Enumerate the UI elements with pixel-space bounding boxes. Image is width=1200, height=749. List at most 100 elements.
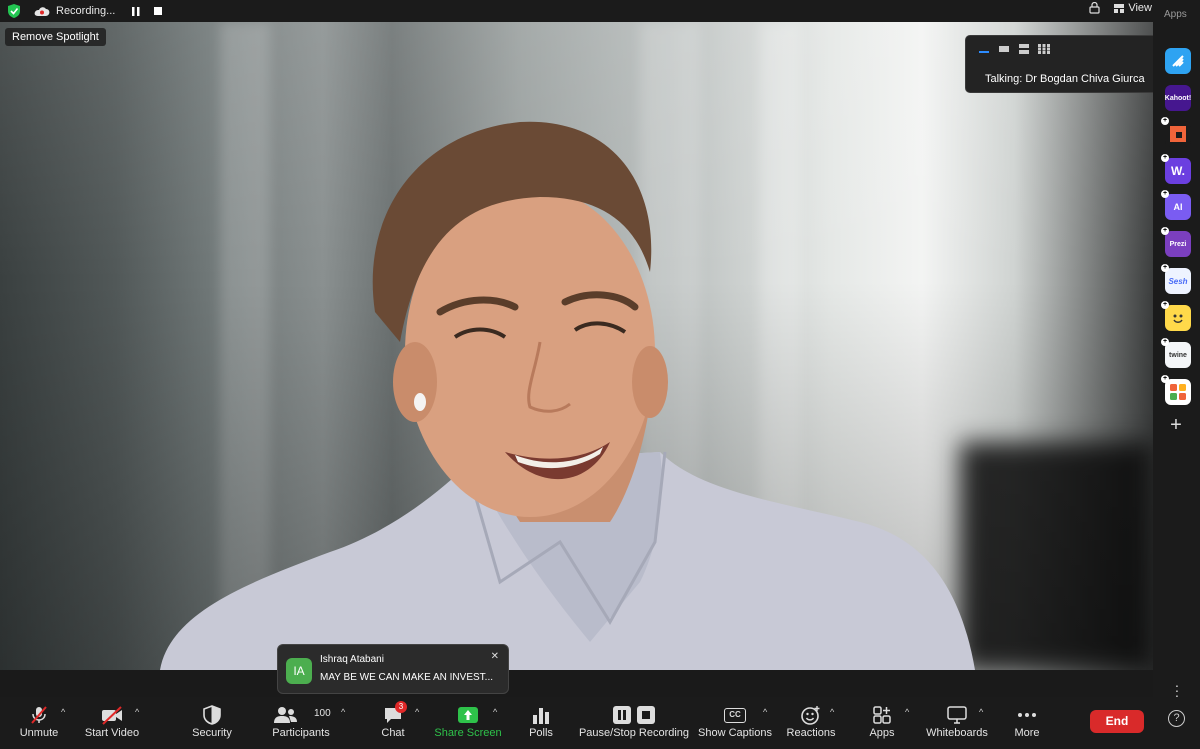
participants-icon [274,705,298,725]
hide-video-icon[interactable] [998,41,1010,52]
unmute-button[interactable]: Unmute [14,697,64,749]
grid-app-icon[interactable]: + [1161,375,1191,405]
add-app-dot-icon: + [1161,227,1169,235]
stop-icon [154,7,163,15]
more-label: More [1014,727,1040,739]
reactions-smiley-icon [801,705,821,725]
active-speaker-view-icon[interactable] [1018,41,1030,54]
participants-count: 100 [314,708,331,719]
minimize-view-icon[interactable] [978,41,990,53]
whiteboard-icon [947,705,967,725]
more-button[interactable]: More [1012,697,1042,749]
twine-label: twine [1169,351,1187,359]
ai-app-label: AI [1173,202,1183,212]
security-label: Security [192,727,232,739]
view-menu[interactable]: View [1114,2,1152,14]
help-icon[interactable]: ? [1168,710,1185,727]
apps-label: Apps [869,727,895,739]
view-grid-icon [1114,3,1125,13]
apps-icon [873,705,891,725]
add-app-button[interactable]: + [1166,415,1186,436]
kahoot-icon[interactable]: Kahoot! [1165,85,1191,111]
apps-sidebar: Kahoot! + + W. + AI + Prezi + Sesh + + t… [1153,22,1200,697]
slido-icon[interactable] [1165,48,1191,74]
recording-controls-icon [613,705,655,725]
top-right-controls: View [1089,2,1152,14]
recording-label: Recording... [56,5,116,17]
audio-options-chevron-icon[interactable]: ^ [61,707,65,717]
share-screen-button[interactable]: Share Screen [434,697,502,749]
video-options-chevron-icon[interactable]: ^ [135,707,139,717]
wooclap-icon[interactable]: + W. [1161,154,1191,184]
sesh-label: Sesh [1168,276,1188,286]
polls-button[interactable]: Polls [527,697,555,749]
muted-mic-icon [29,705,49,725]
add-app-dot-icon: + [1161,264,1169,272]
whiteboards-options-chevron-icon[interactable]: ^ [979,707,983,717]
share-screen-icon [458,705,478,725]
chat-label: Chat [381,727,405,739]
reactions-options-chevron-icon[interactable]: ^ [830,707,834,717]
twine-icon[interactable]: + twine [1161,338,1191,368]
security-button[interactable]: Security [190,697,234,749]
avatar: IA [286,658,312,684]
meeting-toolbar: Unmute ^ Start Video ^ Security Particip… [0,697,1200,749]
add-app-dot-icon: + [1161,338,1169,346]
chat-sender-name: Ishraq Atabani [320,654,384,665]
participants-label: Participants [272,727,330,739]
polls-label: Polls [529,727,553,739]
emoji-app-icon[interactable]: + [1161,301,1191,331]
add-app-dot-icon: + [1161,301,1169,309]
stop-recording-button[interactable] [153,6,163,16]
cc-icon-text: CC [724,707,746,723]
show-captions-button[interactable]: CC Show Captions [698,697,772,749]
polls-chart-icon [532,705,550,725]
lock-window-icon[interactable] [1089,2,1100,14]
wooclap-label: W. [1171,164,1185,178]
unmute-label: Unmute [19,727,59,739]
gallery-view-icon[interactable] [1038,41,1050,54]
show-captions-label: Show Captions [698,727,772,739]
remove-spotlight-button[interactable]: Remove Spotlight [5,28,106,46]
add-app-dot-icon: + [1161,375,1169,383]
chat-unread-badge: 3 [395,701,407,713]
pause-icon [132,6,140,16]
end-meeting-button[interactable]: End [1090,710,1144,733]
apps-button[interactable]: Apps [866,697,898,749]
share-screen-label: Share Screen [434,727,502,739]
prezi-icon[interactable]: + Prezi [1161,227,1191,257]
prezi-label: Prezi [1169,240,1187,248]
participants-button[interactable]: Participants [270,697,332,749]
orange-app-icon[interactable]: + [1161,117,1191,147]
top-bar: Recording... View Apps [0,0,1200,22]
apps-options-chevron-icon[interactable]: ^ [905,707,909,717]
ai-app-icon[interactable]: + AI [1161,190,1191,220]
reactions-button[interactable]: Reactions [786,697,836,749]
cloud-recording-icon [34,7,50,16]
start-video-button[interactable]: Start Video [84,697,140,749]
whiteboards-button[interactable]: Whiteboards [924,697,990,749]
pause-stop-recording-button[interactable]: Pause/Stop Recording [578,697,690,749]
pause-stop-recording-label: Pause/Stop Recording [578,727,690,739]
reactions-label: Reactions [786,727,836,739]
view-switcher [978,41,1050,54]
apps-header-label: Apps [1164,9,1187,20]
pause-recording-button[interactable] [131,6,141,16]
add-app-dot-icon: + [1161,154,1169,162]
whiteboards-label: Whiteboards [926,727,988,739]
talking-panel: Talking: Dr Bogdan Chiva Giurca [965,35,1168,93]
chat-options-chevron-icon[interactable]: ^ [415,707,419,717]
participants-options-chevron-icon[interactable]: ^ [341,707,345,717]
security-shield-icon [203,705,221,725]
chat-notification[interactable]: IA Ishraq Atabani MAY BE WE CAN MAKE AN … [277,644,509,694]
sesh-icon[interactable]: + Sesh [1161,264,1191,294]
close-icon[interactable]: ✕ [491,651,499,662]
more-options-icon[interactable]: ... [1172,675,1182,699]
captions-options-chevron-icon[interactable]: ^ [763,707,767,717]
kahoot-label: Kahoot! [1164,94,1192,102]
recording-indicator: Recording... [34,2,163,20]
chat-message-preview: MAY BE WE CAN MAKE AN INVEST... [320,672,494,683]
share-options-chevron-icon[interactable]: ^ [493,707,497,717]
add-app-dot-icon: + [1161,117,1169,125]
talking-indicator: Talking: Dr Bogdan Chiva Giurca [985,73,1145,85]
